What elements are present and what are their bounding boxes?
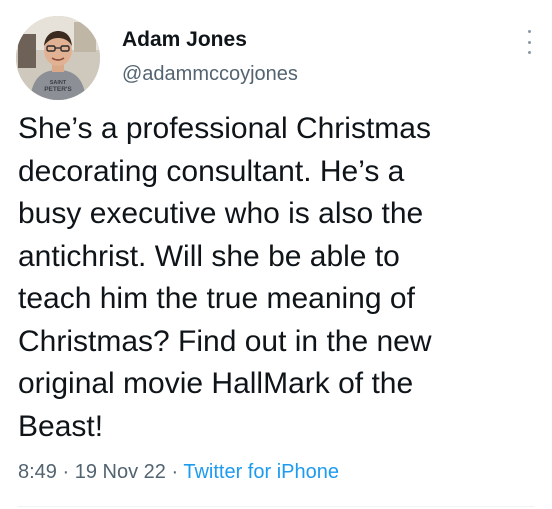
avatar[interactable]: SAINT PETER'S (16, 16, 100, 100)
tweet-time[interactable]: 8:49 (18, 461, 57, 483)
more-vertical-icon[interactable] (524, 30, 534, 54)
more-dot (527, 51, 531, 54)
meta-separator: · (171, 461, 179, 483)
avatar-shirt-text-2: PETER'S (44, 86, 72, 93)
tweet-text: She’s a professional Christmas decoratin… (18, 112, 432, 443)
tweet-metadata: 8:49 · 19 Nov 22 · Twitter for iPhone (18, 461, 339, 484)
author-name[interactable]: Adam Jones (122, 28, 247, 52)
tweet-date[interactable]: 19 Nov 22 (75, 461, 166, 483)
more-dot (527, 30, 531, 33)
divider (18, 506, 534, 507)
tweet-source-link[interactable]: Twitter for iPhone (183, 461, 339, 483)
tweet-card: SAINT PETER'S Adam Jones @adammccoyjones… (0, 0, 552, 509)
more-dot (527, 40, 531, 44)
avatar-image: SAINT PETER'S (16, 16, 100, 100)
meta-separator: · (62, 461, 70, 483)
author-handle[interactable]: @adammccoyjones (122, 63, 298, 86)
